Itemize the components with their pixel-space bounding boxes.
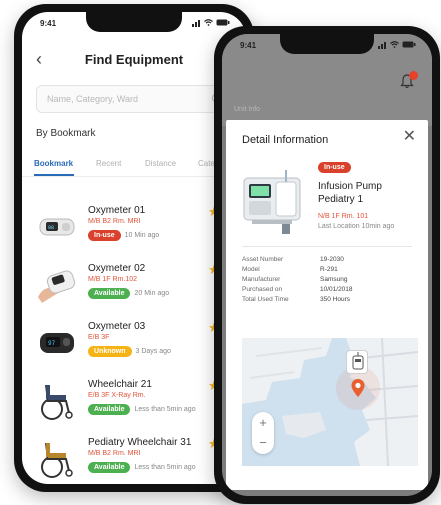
detail-screen: Unit Info 9:41 Detail Information ✕ In-u… <box>222 34 432 496</box>
notification-dot <box>409 71 418 80</box>
item-name: Oxymeter 02 <box>88 263 146 274</box>
status-time: 9:41 <box>40 19 57 28</box>
status-icons <box>378 40 416 49</box>
section-label: By Bookmark <box>36 128 96 139</box>
list-item[interactable]: 97 Oxymeter 03 E/B 3F Unknown 3 Days ago… <box>22 315 246 371</box>
item-time: Less than 5min ago <box>134 464 196 471</box>
spec-value: Samsung <box>320 276 348 283</box>
spec-row: Purchased on 10/01/2018 <box>242 286 422 296</box>
status-badge: Unknown <box>88 346 132 357</box>
status-bar: 9:41 <box>22 17 246 31</box>
item-name: Oxymeter 03 <box>88 321 146 332</box>
item-location: M/B 1F Rm.102 <box>88 276 138 283</box>
zoom-controls: + − <box>252 412 274 454</box>
item-status-row: In-use 10 Min ago <box>88 230 159 241</box>
spec-value: 10/01/2018 <box>320 286 353 293</box>
spec-list: Asset Number 19-2030 Model R-291 Manufactu… <box>242 256 422 306</box>
tab-bookmark[interactable]: Bookmark <box>34 159 73 168</box>
location-map[interactable]: + − <box>242 338 418 466</box>
map-pin-icon <box>351 379 365 397</box>
status-badge: In-use <box>318 162 351 173</box>
last-location-time: Last Location 10min ago <box>318 223 395 230</box>
oxymeter-dark-icon: 97 <box>40 333 74 353</box>
item-time: 20 Min ago <box>134 290 170 297</box>
spec-key: Purchased on <box>242 286 283 293</box>
battery-icon <box>402 41 416 48</box>
bell-icon[interactable] <box>400 71 418 89</box>
item-name: Pediatry Wheelchair 31 <box>88 437 192 448</box>
item-status-row: Unknown 3 Days ago <box>88 346 171 357</box>
phone-detail-information: Unit Info 9:41 Detail Information ✕ In-u… <box>214 26 440 504</box>
status-badge: Available <box>88 288 131 299</box>
list-item[interactable]: Wheelchair 21 E/B 3F X-Ray Rm. Available… <box>22 373 246 429</box>
filter-tabs: Bookmark Recent Distance Catego <box>22 155 246 177</box>
spec-row: Total Used Time 350 Hours <box>242 296 422 306</box>
search-placeholder: Name, Category, Ward <box>47 94 139 104</box>
item-status-row: Available 20 Min ago <box>88 288 169 299</box>
status-time: 9:41 <box>240 41 257 50</box>
equipment-location: N/B 1F Rm. 101 <box>318 213 369 220</box>
spec-value: 350 Hours <box>320 296 350 303</box>
item-name: Wheelchair 21 <box>88 379 152 390</box>
wifi-icon <box>390 41 399 48</box>
active-tab-indicator <box>34 174 74 176</box>
wifi-icon <box>204 19 213 26</box>
status-bar: 9:41 <box>222 39 432 53</box>
signal-icon <box>192 18 201 27</box>
status-badge: In-use <box>88 230 121 241</box>
item-status-row: Available Less than 5min ago <box>88 404 196 415</box>
equipment-map-marker[interactable] <box>346 350 368 374</box>
item-location: M/B B2 Rm. MRI <box>88 218 141 225</box>
oxymeter-hand-icon <box>38 270 76 303</box>
battery-icon <box>216 19 230 26</box>
svg-text:98: 98 <box>48 225 54 231</box>
spec-row: Manufacturer Samsung <box>242 276 422 286</box>
dimmed-header-text: Unit Info <box>234 106 261 113</box>
spec-row: Model R-291 <box>242 266 422 276</box>
infusion-pump-marker-icon <box>352 352 364 370</box>
status-icons <box>192 18 230 27</box>
page-title: Find Equipment <box>84 52 184 67</box>
infusion-pump-icon <box>243 170 301 234</box>
item-time: 3 Days ago <box>135 348 171 355</box>
spec-key: Model <box>242 266 260 273</box>
item-location: E/B 3F X-Ray Rm. <box>88 392 146 399</box>
top-nav: ‹ Find Equipment <box>22 48 246 74</box>
spec-value: 19-2030 <box>320 256 344 263</box>
spec-row: Asset Number 19-2030 <box>242 256 422 266</box>
tab-distance[interactable]: Distance <box>145 159 176 168</box>
wheelchair-icon <box>41 384 73 420</box>
list-item[interactable]: 98 Oxymeter 01 M/B B2 Rm. MRI In-use 10 … <box>22 199 246 255</box>
zoom-in-button[interactable]: + <box>252 416 274 429</box>
item-status-row: Available Less than 5min ago <box>88 462 196 473</box>
zoom-out-button[interactable]: − <box>252 436 274 449</box>
divider <box>242 246 412 247</box>
close-icon[interactable]: ✕ <box>403 129 416 145</box>
find-equipment-screen: 9:41 ‹ Find Equipment Name, Category, Wa… <box>22 12 246 484</box>
spec-key: Total Used Time <box>242 296 289 303</box>
detail-sheet: Detail Information ✕ In-use Infusion Pum… <box>226 120 428 490</box>
list-item[interactable]: Pediatry Wheelchair 31 M/B B2 Rm. MRI Av… <box>22 431 246 484</box>
tab-recent[interactable]: Recent <box>96 159 121 168</box>
svg-text:97: 97 <box>48 340 56 347</box>
list-item[interactable]: Oxymeter 02 M/B 1F Rm.102 Available 20 M… <box>22 257 246 313</box>
item-time: Less than 5min ago <box>134 406 196 413</box>
signal-icon <box>378 40 387 49</box>
status-badge: Available <box>88 462 131 473</box>
item-name: Oxymeter 01 <box>88 205 146 216</box>
spec-key: Manufacturer <box>242 276 281 283</box>
oxymeter-icon: 98 <box>39 218 75 236</box>
sheet-title: Detail Information <box>242 134 329 146</box>
wheelchair-icon <box>41 442 73 478</box>
item-time: 10 Min ago <box>124 232 160 239</box>
item-location: M/B B2 Rm. MRI <box>88 450 141 457</box>
item-location: E/B 3F <box>88 334 110 341</box>
spec-value: R-291 <box>320 266 338 273</box>
spec-key: Asset Number <box>242 256 284 263</box>
equipment-name: Infusion Pump Pediatry 1 <box>318 181 382 205</box>
status-badge: Available <box>88 404 131 415</box>
search-input[interactable]: Name, Category, Ward <box>36 85 232 113</box>
